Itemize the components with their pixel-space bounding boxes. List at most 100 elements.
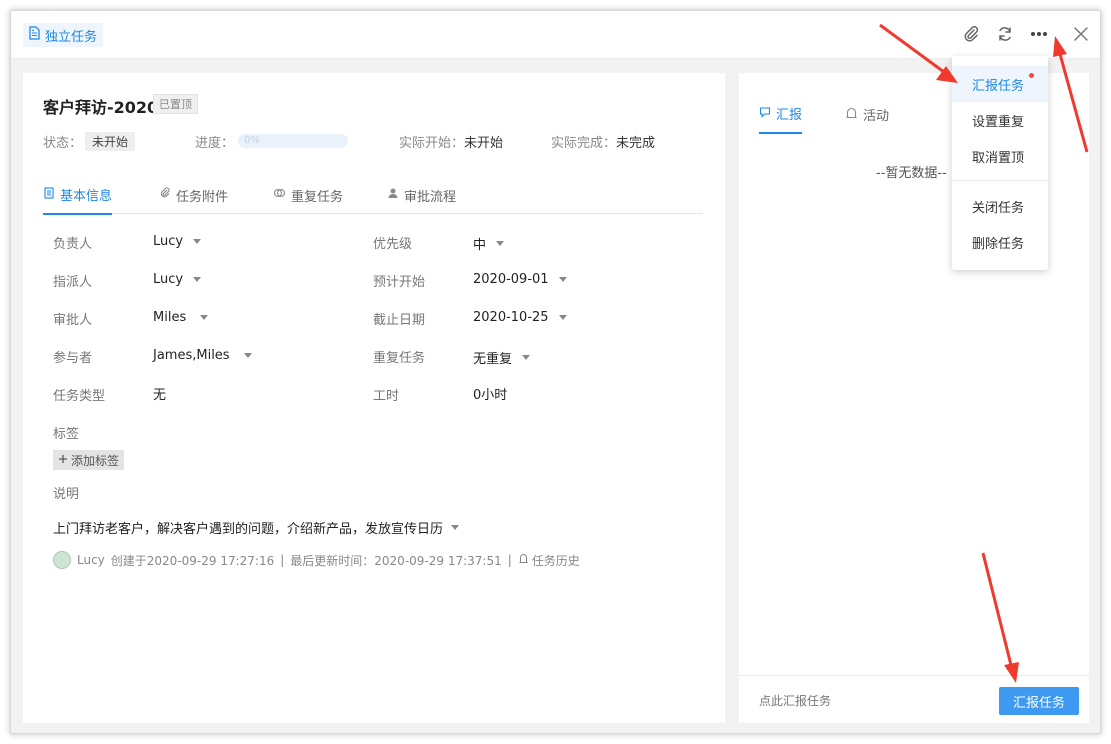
status-badge: 未开始 — [85, 131, 136, 151]
participants-label: 参与者 — [53, 351, 93, 366]
repeat-icon — [273, 187, 286, 203]
history-user: Lucy — [77, 553, 105, 567]
chevron-down-icon — [522, 355, 531, 360]
owner-select[interactable]: Lucy — [153, 234, 202, 249]
tab-label: 任务附件 — [176, 189, 229, 205]
task-type-value: 无 — [153, 388, 167, 403]
tab-repeat[interactable]: 重复任务 — [273, 176, 343, 214]
paperclip-icon — [159, 187, 171, 203]
tab-report[interactable]: 汇报 — [759, 95, 803, 134]
avatar — [53, 551, 71, 569]
refresh-icon[interactable] — [988, 17, 1022, 51]
owner-value: Lucy — [153, 234, 184, 249]
approver-value: Miles — [153, 310, 187, 325]
menu-item-unpin[interactable]: 取消置顶 — [952, 138, 1048, 174]
chevron-down-icon — [200, 315, 209, 320]
deadline-value: 2020-10-25 — [473, 310, 549, 325]
document-icon — [27, 26, 41, 44]
planned-start-label: 预计开始 — [373, 275, 426, 290]
participants-select[interactable]: James,Miles — [153, 348, 252, 363]
pinned-badge: 已置顶 — [153, 94, 198, 114]
activity-icon — [845, 107, 858, 123]
menu-item-label: 关闭任务 — [972, 200, 1025, 216]
tab-activity[interactable]: 活动 — [845, 95, 889, 134]
menu-item-label: 取消置顶 — [972, 150, 1025, 166]
tab-approval[interactable]: 审批流程 — [387, 176, 456, 214]
participants-value: James,Miles — [153, 348, 230, 363]
menu-item-report-task[interactable]: 汇报任务 — [952, 66, 1048, 102]
progress-item: 进度： 0% — [195, 130, 349, 152]
task-history-link[interactable]: 任务历史 — [518, 552, 580, 569]
status-item: 状态： 未开始 — [43, 130, 136, 152]
tags-label: 标签 — [53, 427, 80, 442]
notification-dot — [1029, 73, 1034, 78]
assigner-label: 指派人 — [53, 275, 93, 290]
menu-divider — [952, 180, 1048, 181]
report-task-button[interactable]: 汇报任务 — [999, 687, 1079, 715]
repeat-label: 重复任务 — [373, 351, 426, 366]
history-link-label: 任务历史 — [531, 553, 580, 568]
chevron-down-icon — [496, 241, 505, 246]
more-icon[interactable] — [1022, 17, 1056, 51]
progress-value: 0% — [244, 135, 260, 146]
chevron-down-icon — [243, 353, 252, 358]
paperclip-icon[interactable] — [954, 17, 988, 51]
report-hint[interactable]: 点此汇报任务 — [759, 692, 831, 709]
actual-finish-label: 实际完成： — [551, 135, 617, 151]
repeat-select[interactable]: 无重复 — [473, 348, 531, 367]
header-actions — [954, 11, 1100, 57]
description-text: 上门拜访老客户，解决客户遇到的问题，介绍新产品，发放宣传日历 — [53, 522, 444, 537]
tab-label: 审批流程 — [404, 189, 457, 205]
approver-select[interactable]: Miles — [153, 310, 209, 325]
actual-finish-item: 实际完成： 未完成 — [551, 130, 655, 152]
owner-label: 负责人 — [53, 237, 93, 252]
menu-item-label: 汇报任务 — [972, 78, 1025, 94]
separator: | — [507, 553, 512, 567]
tab-basic-info[interactable]: 基本信息 — [43, 176, 113, 215]
chevron-down-icon — [451, 525, 460, 530]
actual-finish-value: 未完成 — [616, 135, 656, 151]
user-icon — [387, 187, 399, 203]
task-detail-panel: 客户拜访-2020 已置顶 状态： 未开始 进度： 0% 实际开始： 未开始 实… — [23, 73, 725, 723]
close-icon[interactable] — [1064, 17, 1098, 51]
report-footer: 点此汇报任务 汇报任务 — [739, 675, 1089, 723]
tab-attachments[interactable]: 任务附件 — [159, 176, 228, 214]
tab-label: 汇报 — [776, 108, 803, 123]
priority-select[interactable]: 中 — [473, 234, 505, 253]
detail-tabs: 基本信息 任务附件 重复任务 审批流程 — [43, 176, 703, 215]
task-type-field-label: 任务类型 — [53, 389, 106, 404]
deadline-label: 截止日期 — [373, 313, 426, 328]
menu-item-set-repeat[interactable]: 设置重复 — [952, 102, 1048, 138]
priority-label: 优先级 — [373, 237, 413, 252]
task-type-tag: 独立任务 — [23, 23, 104, 47]
menu-item-label: 删除任务 — [972, 236, 1025, 252]
assigner-select[interactable]: Lucy — [153, 272, 202, 287]
tab-label: 活动 — [863, 109, 890, 124]
status-label: 状态： — [43, 135, 83, 151]
work-hours-label: 工时 — [373, 389, 400, 404]
task-title: 客户拜访-2020 — [43, 98, 159, 117]
actual-start-label: 实际开始： — [399, 135, 465, 151]
menu-item-delete-task[interactable]: 删除任务 — [952, 224, 1048, 260]
actual-start-item: 实际开始： 未开始 — [399, 130, 503, 152]
created-time: 创建于2020-09-29 17:27:16 — [110, 553, 275, 568]
menu-item-label: 设置重复 — [972, 114, 1025, 130]
deadline-select[interactable]: 2020-10-25 — [473, 310, 567, 325]
empty-state-text: --暂无数据-- — [876, 166, 947, 181]
progress-bar: 0% — [238, 134, 349, 148]
menu-item-close-task[interactable]: 关闭任务 — [952, 188, 1048, 224]
more-actions-menu: 汇报任务 设置重复 取消置顶 关闭任务 删除任务 — [952, 56, 1048, 270]
updated-time: 最后更新时间：2020-09-29 17:37:51 — [290, 553, 502, 568]
report-icon — [759, 106, 771, 122]
description-field[interactable]: 上门拜访老客户，解决客户遇到的问题，介绍新产品，发放宣传日历 — [53, 518, 460, 537]
add-tag-label: 添加标签 — [71, 453, 120, 468]
planned-start-select[interactable]: 2020-09-01 — [473, 272, 567, 287]
add-tag-button[interactable]: 添加标签 — [53, 450, 125, 470]
priority-value: 中 — [473, 238, 487, 253]
task-type-label: 独立任务 — [45, 29, 98, 45]
tab-label: 重复任务 — [291, 189, 344, 205]
dialog-header: 独立任务 — [11, 11, 1100, 59]
history-icon — [518, 553, 529, 567]
chevron-down-icon — [193, 277, 202, 282]
chevron-down-icon — [193, 239, 202, 244]
